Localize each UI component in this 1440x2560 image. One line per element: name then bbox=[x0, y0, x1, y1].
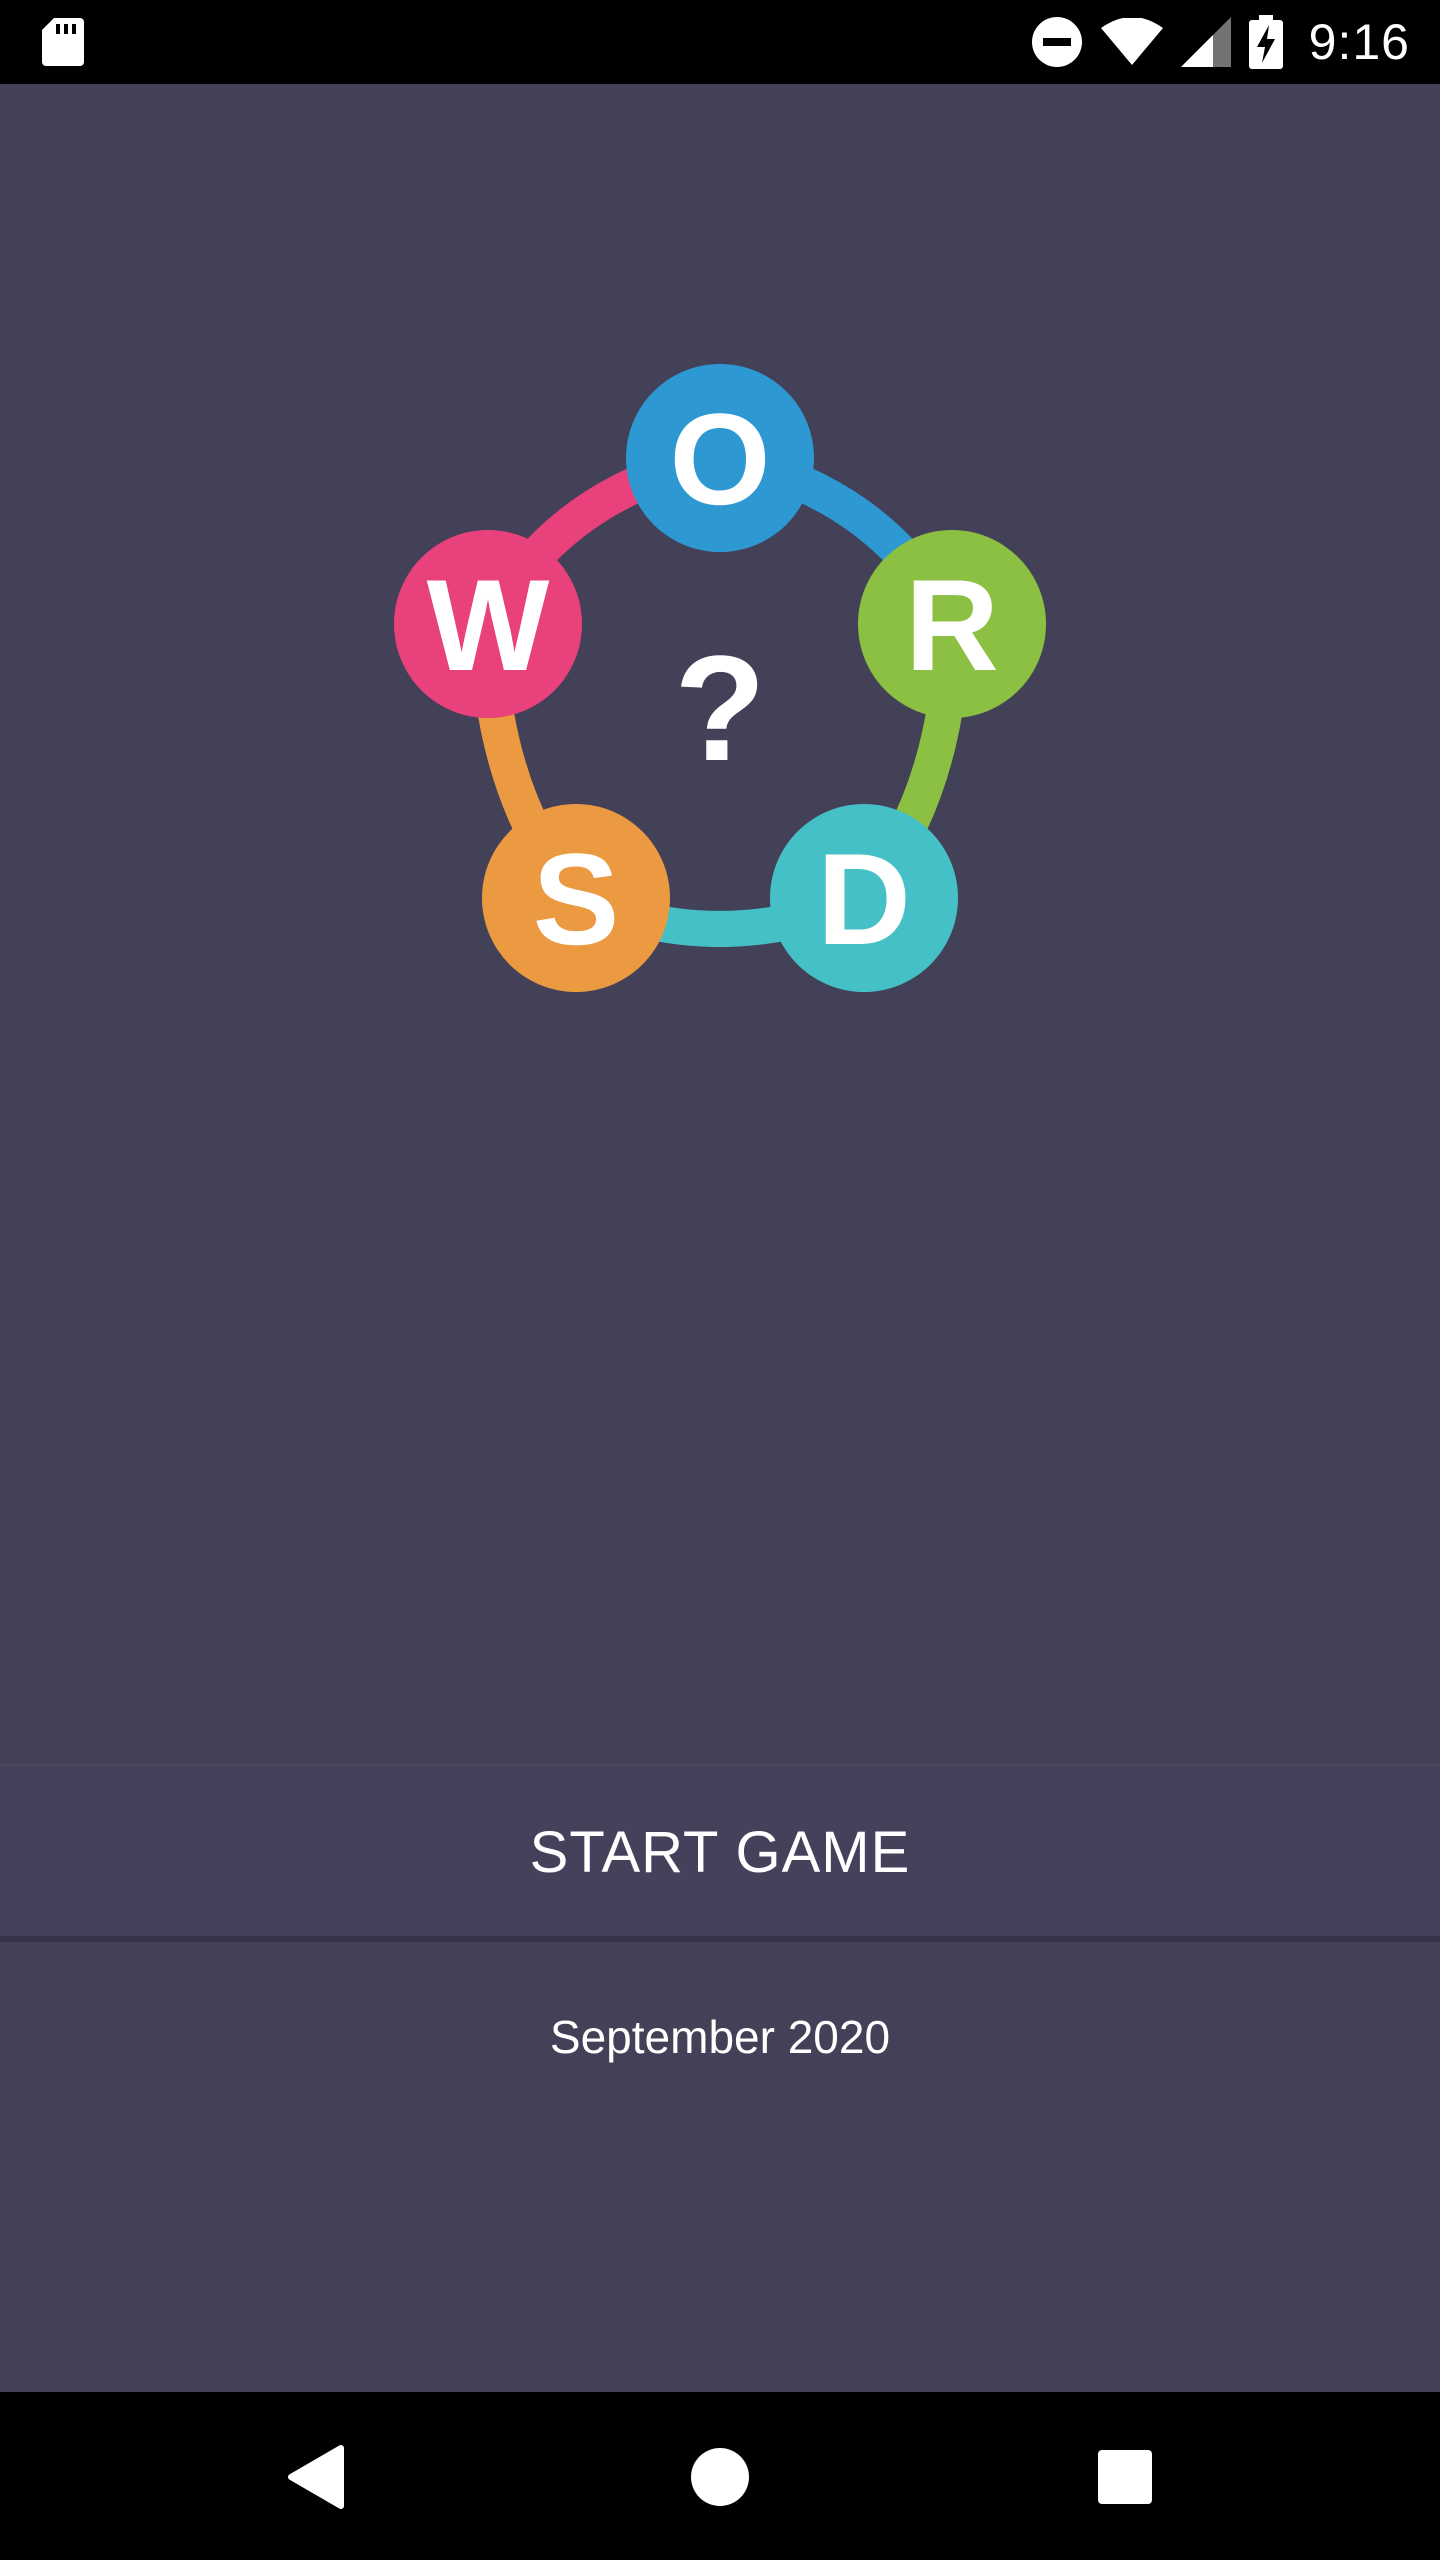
recents-button[interactable] bbox=[1080, 2432, 1170, 2522]
home-button[interactable] bbox=[675, 2432, 765, 2522]
start-game-button[interactable]: START GAME bbox=[0, 1764, 1440, 1938]
divider bbox=[0, 1936, 1440, 1942]
logo-letter-o: O bbox=[669, 386, 770, 532]
logo-letter-r: R bbox=[905, 552, 999, 698]
app-screen: 9:16 W O R D S ? START GAME September 20… bbox=[0, 0, 1440, 2560]
system-nav-bar bbox=[0, 2392, 1440, 2560]
back-button[interactable] bbox=[270, 2432, 360, 2522]
recents-icon bbox=[1098, 2450, 1152, 2504]
logo-letter-w: W bbox=[427, 552, 550, 698]
do-not-disturb-icon bbox=[1031, 17, 1082, 67]
status-bar: 9:16 bbox=[0, 0, 1440, 84]
logo-question-mark: ? bbox=[674, 624, 766, 792]
start-game-label: START GAME bbox=[529, 1819, 911, 1885]
sd-card-icon bbox=[42, 18, 84, 66]
logo-letter-s: S bbox=[533, 826, 620, 972]
battery-charging-icon bbox=[1248, 15, 1283, 69]
words-logo: W O R D S ? bbox=[394, 364, 1046, 992]
logo-letter-d: D bbox=[817, 826, 911, 972]
status-time: 9:16 bbox=[1308, 14, 1410, 70]
wifi-icon bbox=[1100, 18, 1163, 65]
back-icon bbox=[288, 2445, 344, 2509]
puzzle-date-label: September 2020 bbox=[549, 2011, 891, 2063]
home-icon bbox=[691, 2448, 749, 2506]
cell-signal-icon bbox=[1180, 17, 1231, 67]
